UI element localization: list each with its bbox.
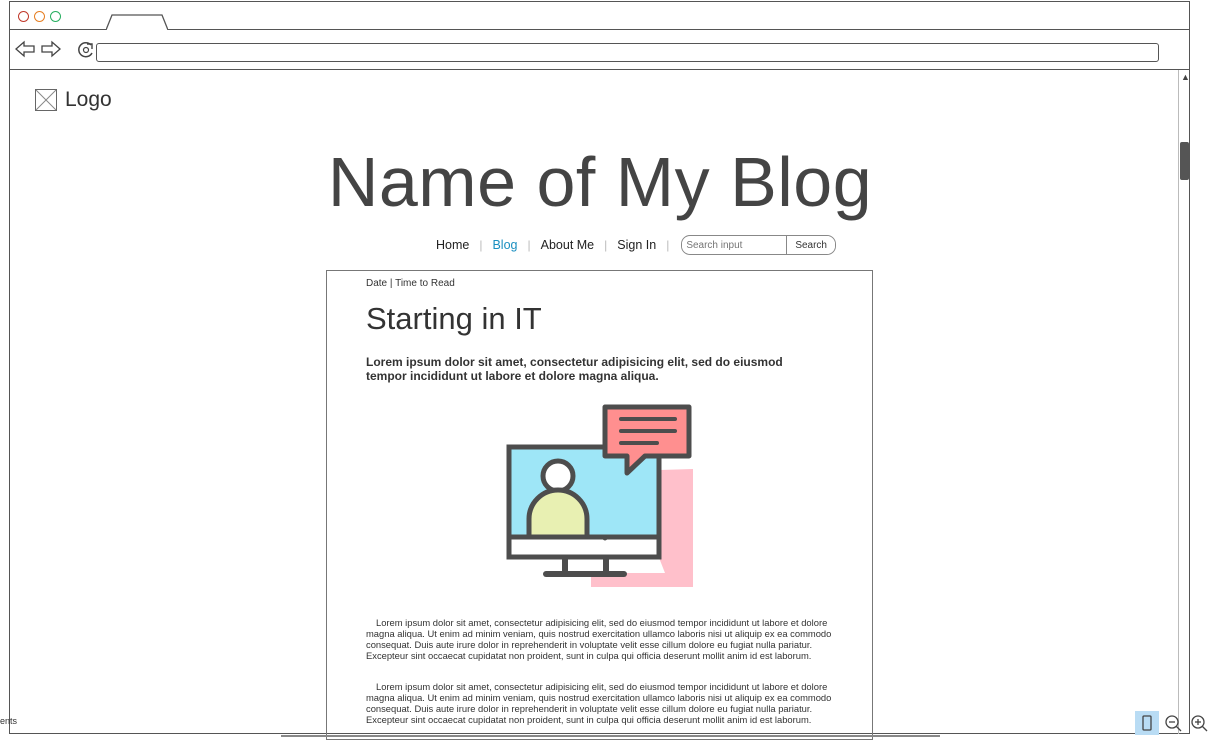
browser-tab[interactable] xyxy=(106,14,168,30)
zoom-in-icon[interactable] xyxy=(1187,711,1211,735)
zoom-toolbar xyxy=(1135,711,1211,735)
menu-separator: | xyxy=(479,238,483,252)
search-box: Search xyxy=(681,235,836,255)
site-logo[interactable]: Logo xyxy=(35,88,112,112)
url-bar[interactable] xyxy=(96,43,1159,62)
menu-item-about-me[interactable]: About Me xyxy=(541,238,595,252)
title-bar xyxy=(10,2,1189,30)
post-paragraph: Lorem ipsum dolor sit amet, consectetur … xyxy=(366,681,832,725)
menu-separator: | xyxy=(527,238,531,252)
horizontal-divider xyxy=(281,735,940,737)
post-title: Starting in IT xyxy=(366,301,542,336)
minimize-window-button[interactable] xyxy=(34,11,45,22)
logo-label: Logo xyxy=(65,88,112,111)
scroll-up-icon[interactable]: ▲ xyxy=(1181,72,1190,82)
maximize-window-button[interactable] xyxy=(50,11,61,22)
search-input[interactable] xyxy=(682,237,787,253)
menu-item-sign-in[interactable]: Sign In xyxy=(617,238,656,252)
status-text: ents xyxy=(0,716,18,726)
reload-icon[interactable] xyxy=(76,40,98,58)
browser-toolbar xyxy=(10,30,1189,70)
main-menu: Home | Blog | About Me | Sign In | Searc… xyxy=(436,235,836,255)
blog-title: Name of My Blog xyxy=(327,143,873,221)
search-button[interactable]: Search xyxy=(786,236,835,254)
back-icon[interactable] xyxy=(14,40,36,58)
menu-item-home[interactable]: Home xyxy=(436,238,469,252)
forward-icon[interactable] xyxy=(40,40,62,58)
blog-post: Date | Time to Read Starting in IT Lorem… xyxy=(326,270,873,740)
video-call-icon xyxy=(505,401,695,596)
menu-separator: | xyxy=(604,238,608,252)
post-lead: Lorem ipsum dolor sit amet, consectetur … xyxy=(366,355,783,383)
menu-item-blog[interactable]: Blog xyxy=(492,238,517,252)
device-preview-icon[interactable] xyxy=(1135,711,1159,735)
close-window-button[interactable] xyxy=(18,11,29,22)
logo-placeholder-icon xyxy=(35,89,57,111)
zoom-out-icon[interactable] xyxy=(1161,711,1185,735)
post-paragraph: Lorem ipsum dolor sit amet, consectetur … xyxy=(366,617,832,661)
post-meta: Date | Time to Read xyxy=(366,278,455,289)
menu-separator: | xyxy=(666,238,670,252)
